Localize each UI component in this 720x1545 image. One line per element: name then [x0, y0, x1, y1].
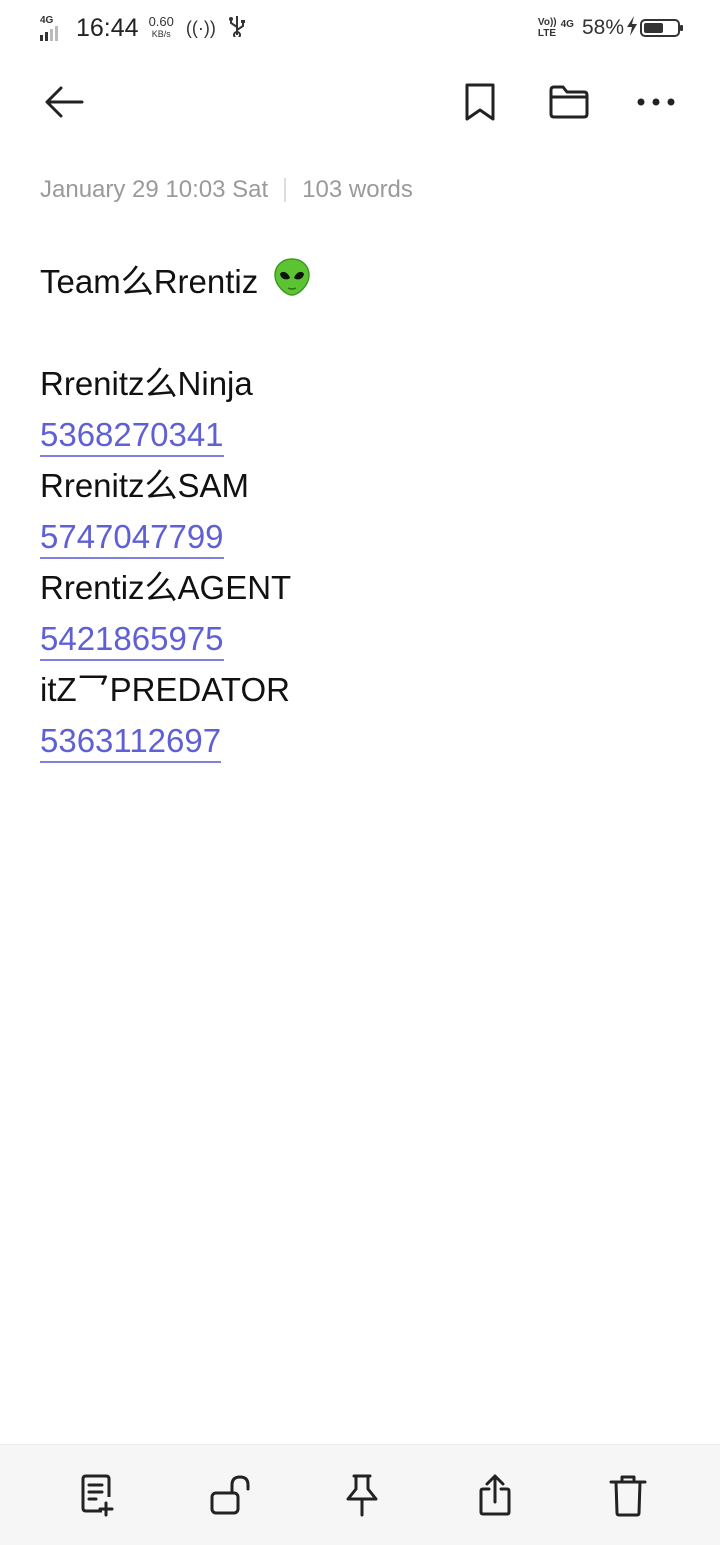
- contact-phone-line: 5421865975: [40, 613, 680, 664]
- phone-link[interactable]: 5368270341: [40, 415, 224, 457]
- pin-icon[interactable]: [338, 1471, 386, 1519]
- speed-value: 0.60: [148, 14, 174, 29]
- contact-name: Rrentiz么AGENT: [40, 569, 292, 606]
- contact-name: itZ乛PREDATOR: [40, 671, 290, 708]
- phone-link[interactable]: 5363112697: [40, 721, 222, 763]
- network-type-right: 4G: [560, 18, 574, 30]
- network-speed: 0.60 KB/s: [148, 14, 174, 40]
- meta-divider: [284, 178, 287, 202]
- note-title: Team么Rrentiz: [40, 263, 259, 300]
- battery-percent: 58%: [581, 16, 624, 39]
- hotspot-icon: ((·)): [185, 17, 216, 38]
- top-toolbar: [0, 70, 720, 134]
- add-note-icon[interactable]: [74, 1471, 122, 1519]
- status-bar: 4G 16:44 0.60 KB/s ((·)) Vo)) LTE 4G 58%: [0, 0, 720, 56]
- battery-fill: [644, 23, 663, 33]
- back-arrow-icon[interactable]: [40, 78, 88, 126]
- contact-name: Rrenitz么SAM: [40, 467, 250, 504]
- note-title-line: Team么Rrentiz: [40, 256, 680, 307]
- phone-link[interactable]: 5747047799: [40, 517, 224, 559]
- word-count: 103 words: [302, 176, 413, 203]
- alien-emoji-icon: [273, 257, 311, 311]
- signal-4g-icon: 4G: [40, 15, 66, 41]
- network-type: 4G: [40, 15, 54, 26]
- contact-name: Rrenitz么Ninja: [40, 365, 253, 402]
- status-left: 4G 16:44 0.60 KB/s ((·)): [40, 10, 246, 46]
- note-date: January 29 10:03 Sat: [40, 176, 269, 203]
- contact-phone-line: 5363112697: [40, 715, 680, 766]
- unlock-icon[interactable]: [206, 1471, 254, 1519]
- bottom-action-bar: [0, 1444, 720, 1545]
- more-dots-icon[interactable]: [632, 78, 680, 126]
- bookmark-icon[interactable]: [456, 78, 504, 126]
- delete-icon[interactable]: [604, 1471, 652, 1519]
- speed-unit: KB/s: [151, 29, 171, 39]
- volte-bottom: LTE: [537, 28, 557, 39]
- note-meta: January 29 10:03 Sat 103 words: [40, 176, 413, 204]
- status-right: Vo)) LTE 4G 58%: [538, 10, 683, 46]
- contact-phone-line: 5368270341: [40, 409, 680, 460]
- usb-icon: [228, 15, 246, 42]
- charging-bolt-icon: [626, 15, 638, 41]
- share-icon[interactable]: [471, 1471, 519, 1519]
- volte-top: Vo)): [537, 17, 557, 28]
- folder-icon[interactable]: [545, 78, 593, 126]
- clock: 16:44: [76, 13, 139, 42]
- contact-phone-line: 5747047799: [40, 511, 680, 562]
- phone-link[interactable]: 5421865975: [40, 619, 224, 661]
- note-body[interactable]: Team么Rrentiz Rrenitz么Ninja 5368270341 Rr…: [40, 256, 680, 766]
- volte-icon: Vo)) LTE: [538, 17, 557, 39]
- battery-icon: [640, 19, 683, 37]
